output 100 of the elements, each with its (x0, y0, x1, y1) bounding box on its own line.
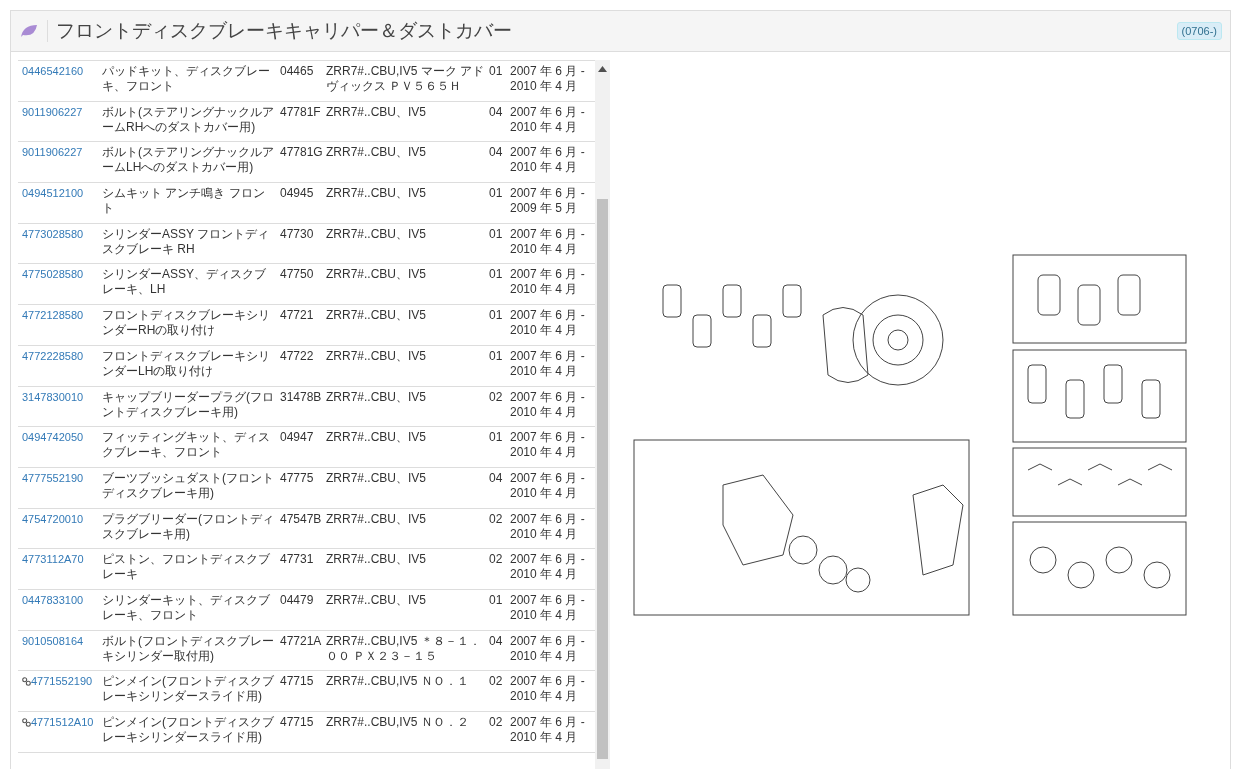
part-name: ピンメイン(フロントディスクブレーキシリンダースライド用) (102, 715, 275, 746)
production-date: 2007 年 6 月 - 2010 年 4 月 (510, 592, 586, 624)
part-name: シリンダーASSY フロントディスクブレーキ RH (102, 226, 271, 258)
applicability: ZRR7#..CBU、IV5 (326, 348, 428, 365)
production-date: 2007 年 6 月 - 2010 年 4 月 (510, 308, 586, 340)
quantity: 04 (489, 470, 504, 487)
part-number-link[interactable]: 4771552190 (31, 674, 93, 690)
part-number-link[interactable]: 9011906227 (22, 104, 83, 120)
applicability: ZRR7#..CBU、IV5 (326, 104, 428, 121)
part-number-link[interactable]: 4771512A10 (31, 715, 94, 730)
applicability: ZRR7#..CBU、IV5 (326, 145, 428, 162)
part-code: 47715 (280, 674, 315, 691)
quantity: 02 (489, 552, 504, 569)
part-code: 47715 (280, 715, 315, 731)
production-date: 2007 年 6 月 - 2010 年 4 月 (510, 348, 586, 380)
part-number-link[interactable]: 0494742050 (22, 430, 84, 446)
applicability: ZRR7#..CBU,IV5 ＮＯ．２ (326, 715, 470, 731)
part-code: 47721 (280, 308, 315, 325)
part-number-link[interactable]: 9010508164 (22, 633, 84, 649)
part-name: ボルト(フロントディスクブレーキシリンダー取付用) (102, 633, 275, 665)
applicability: ZRR7#..CBU,IV5 ＮＯ．１ (326, 674, 470, 691)
production-date: 2007 年 6 月 - 2010 年 4 月 (510, 104, 586, 136)
part-name: ボルト(ステアリングナックルアームRHへのダストカバー用) (102, 104, 275, 136)
applicability: ZRR7#..CBU、IV5 (326, 470, 428, 487)
part-name: パッドキット、ディスクブレーキ、フロント (102, 64, 271, 95)
part-number-link[interactable]: 0494512100 (22, 186, 84, 202)
part-name: ピストン、フロントディスクブレーキ (102, 552, 271, 584)
part-number-link[interactable]: 3147830010 (22, 389, 84, 405)
production-date: 2007 年 6 月 - 2009 年 5 月 (510, 186, 586, 218)
production-date: 2007 年 6 月 - 2010 年 4 月 (510, 674, 586, 706)
applicability: ZRR7#..CBU、IV5 (326, 552, 428, 569)
quantity: 01 (489, 267, 504, 284)
applicability: ZRR7#..CBU,IV5 ＊８－１．００ ＰＸ２３－１５ (326, 633, 482, 665)
link-icon (22, 677, 31, 687)
production-date: 2007 年 6 月 - 2010 年 4 月 (510, 511, 586, 543)
link-icon (22, 718, 31, 727)
part-number-link[interactable]: 4773112A70 (22, 552, 84, 568)
part-code: 04479 (280, 592, 315, 609)
quantity: 01 (489, 64, 504, 80)
section-title: フロントディスクブレーキキャリパー＆ダストカバー (56, 19, 513, 43)
part-name: フィッティングキット、ディスクブレーキ、フロント (102, 430, 271, 462)
quantity: 01 (489, 348, 504, 365)
part-name: フロントディスクブレーキシリンダーRHの取り付け (102, 308, 271, 340)
quantity: 04 (489, 633, 504, 650)
production-date: 2007 年 6 月 - 2010 年 4 月 (510, 552, 586, 584)
production-date: 2007 年 6 月 - 2010 年 4 月 (510, 226, 586, 258)
applicability: ZRR7#..CBU、IV5 (326, 389, 428, 406)
part-code: 47730 (280, 226, 315, 243)
applicability: ZRR7#..CBU、IV5 (326, 430, 428, 447)
date-range-badge: (0706-) (1176, 22, 1222, 40)
production-date: 2007 年 6 月 - 2010 年 4 月 (510, 145, 586, 177)
production-date: 2007 年 6 月 - 2010 年 4 月 (510, 389, 586, 421)
applicability: ZRR7#..CBU、IV5 (326, 186, 428, 203)
part-name: フロントディスクブレーキシリンダーLHの取り付け (102, 348, 271, 380)
applicability: ZRR7#..CBU、IV5 (326, 511, 428, 528)
part-code: 47775 (280, 470, 315, 487)
production-date: 2007 年 6 月 - 2010 年 4 月 (510, 430, 586, 462)
part-name: キャップブリーダープラグ(フロントディスクブレーキ用) (102, 389, 275, 421)
part-number-link[interactable]: 4773028580 (22, 226, 84, 242)
scroll-up-arrow-icon[interactable] (598, 66, 607, 72)
part-name: ブーツブッシュダスト(フロントディスクブレーキ用) (102, 470, 275, 502)
quantity: 04 (489, 145, 504, 162)
production-date: 2007 年 6 月 - 2010 年 4 月 (510, 64, 586, 95)
part-number-link[interactable]: 4754720010 (22, 511, 84, 527)
part-number-link[interactable]: 0446542160 (22, 64, 84, 79)
part-number-link[interactable]: 4775028580 (22, 267, 84, 283)
applicability: ZRR7#..CBU、IV5 (326, 308, 428, 325)
applicability: ZRR7#..CBU,IV5 マーク アドヴィックス ＰＶ５６５Ｈ (326, 64, 486, 95)
quantity: 02 (489, 674, 504, 691)
part-code: 31478B (280, 389, 323, 406)
part-code: 47721A (280, 633, 323, 650)
part-code: 47547B (280, 511, 323, 528)
quantity: 02 (489, 511, 504, 528)
part-name: シムキット アンチ鳴き フロント (102, 186, 266, 218)
quantity: 01 (489, 308, 504, 325)
applicability: ZRR7#..CBU、IV5 (326, 592, 428, 609)
production-date: 2007 年 6 月 - 2010 年 4 月 (510, 470, 586, 502)
part-name: シリンダーキット、ディスクブレーキ、フロント (102, 592, 271, 624)
part-code: 47781G (280, 145, 324, 162)
part-code: 04465 (280, 64, 315, 80)
part-code: 04947 (280, 430, 315, 447)
part-name: ピンメイン(フロントディスクブレーキシリンダースライド用) (102, 674, 275, 706)
quantity: 02 (489, 715, 504, 731)
quantity: 02 (489, 389, 504, 406)
part-number-link[interactable]: 4777552190 (22, 470, 84, 486)
part-code: 04945 (280, 186, 315, 203)
part-number-link[interactable]: 4772128580 (22, 308, 84, 324)
part-number-link[interactable]: 4772228580 (22, 348, 84, 364)
quantity: 01 (489, 430, 504, 447)
part-code: 47750 (280, 267, 315, 284)
quantity: 01 (489, 592, 504, 609)
leaf-icon (19, 23, 39, 39)
quantity: 01 (489, 186, 504, 203)
part-code: 47781F (280, 104, 322, 121)
part-code: 47731 (280, 552, 315, 569)
applicability: ZRR7#..CBU、IV5 (326, 226, 428, 243)
scrollbar[interactable] (595, 60, 610, 769)
production-date: 2007 年 6 月 - 2010 年 4 月 (510, 633, 586, 665)
part-number-link[interactable]: 9011906227 (22, 145, 83, 161)
part-number-link[interactable]: 0447833100 (22, 592, 84, 608)
